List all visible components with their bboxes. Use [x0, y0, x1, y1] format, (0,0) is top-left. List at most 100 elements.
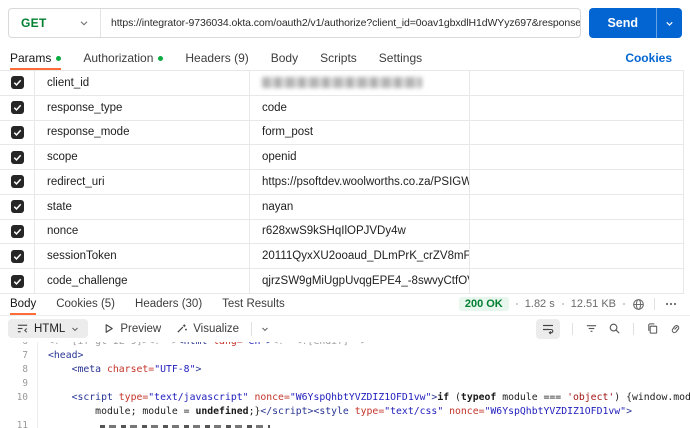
param-key[interactable]: state — [35, 194, 250, 219]
param-key[interactable]: sessionToken — [35, 244, 250, 269]
line-number: 8 — [0, 362, 38, 377]
param-description[interactable] — [470, 170, 683, 194]
visualize-label: Visualize — [193, 322, 240, 335]
cookies-link[interactable]: Cookies — [625, 51, 672, 65]
tab-authorization[interactable]: Authorization — [83, 46, 164, 70]
param-checkbox[interactable] — [10, 274, 24, 288]
visualize-button[interactable]: Visualize — [175, 322, 239, 335]
tab-scripts[interactable]: Scripts — [320, 46, 357, 70]
green-dot-icon — [158, 55, 164, 61]
param-key[interactable]: code_challenge — [35, 269, 250, 293]
method-label: GET — [21, 16, 47, 30]
response-tab-body[interactable]: Body — [10, 294, 37, 315]
line-number: 6 — [0, 341, 38, 349]
request-tabs: Params Authorization Headers (9) Body Sc… — [0, 46, 690, 70]
param-key[interactable]: scope — [35, 145, 250, 170]
format-options-chevron[interactable] — [260, 324, 270, 334]
play-icon — [102, 322, 115, 335]
response-bar: Body Cookies (5) Headers (30) Test Resul… — [0, 294, 690, 316]
param-value[interactable]: 20111QyxXU2ooaud_DLmPrK_crZV8mFXpTn... — [250, 244, 470, 269]
send-options-button[interactable] — [656, 8, 682, 38]
clipped-code-text — [100, 424, 270, 428]
param-description[interactable] — [470, 195, 683, 219]
param-description[interactable] — [470, 96, 683, 120]
table-row: scope openid — [0, 145, 683, 171]
param-checkbox[interactable] — [10, 101, 24, 115]
table-row: sessionToken 20111QyxXU2ooaud_DLmPrK_crZ… — [0, 244, 683, 270]
table-row: response_type code — [0, 95, 683, 121]
tab-params[interactable]: Params — [10, 46, 62, 70]
table-row: redirect_uri https://psoftdev.woolworths… — [0, 170, 683, 195]
param-checkbox[interactable] — [10, 175, 24, 189]
copy-icon[interactable] — [646, 322, 659, 335]
status-badge: 200 OK — [458, 297, 509, 312]
code-line: 9 — [0, 376, 690, 391]
param-value[interactable]: r628xwS9kSHqIlOPJVDy4w — [250, 219, 470, 244]
param-value[interactable]: form_post — [250, 120, 470, 145]
format-select[interactable]: HTML — [8, 319, 89, 339]
response-tab-cookies[interactable]: Cookies (5) — [56, 294, 115, 315]
param-value[interactable]: code — [250, 95, 470, 120]
code-line: 6 <!--[if gt IE 9]><!--><html lang="en">… — [0, 341, 690, 349]
param-description[interactable] — [470, 145, 683, 169]
param-value[interactable]: qjrzSW9gMiUgpUvqgEPE4_-8swvyCtfOVvg5... — [250, 269, 470, 293]
param-checkbox[interactable] — [10, 125, 24, 139]
tab-body[interactable]: Body — [271, 46, 298, 70]
code-line: 11 — [0, 418, 690, 428]
param-checkbox[interactable] — [10, 249, 24, 263]
response-body-code[interactable]: 6 <!--[if gt IE 9]><!--><html lang="en">… — [0, 341, 690, 428]
param-description[interactable] — [470, 244, 683, 268]
chevron-down-icon — [78, 17, 90, 29]
line-number: 9 — [0, 376, 38, 391]
line-number — [0, 404, 38, 419]
search-icon[interactable] — [608, 322, 621, 335]
chevron-down-icon — [70, 324, 80, 334]
url-box: GET https://integrator-9736034.okta.com/… — [8, 8, 582, 38]
param-description[interactable] — [470, 121, 683, 145]
param-checkbox[interactable] — [10, 76, 24, 90]
table-row: code_challenge qjrzSW9gMiUgpUvqgEPE4_-8s… — [0, 269, 683, 294]
param-description[interactable] — [470, 220, 683, 244]
send-button-group: Send — [589, 8, 682, 38]
param-value[interactable]: https://psoftdev.woolworths.co.za/PSIGW/… — [250, 170, 470, 194]
line-number: 10 — [0, 390, 38, 405]
format-label: HTML — [34, 322, 66, 335]
table-row: client_id — [0, 71, 683, 96]
tab-headers[interactable]: Headers (9) — [185, 46, 248, 70]
line-number: 11 — [0, 418, 38, 428]
send-button[interactable]: Send — [589, 8, 656, 38]
filter-icon[interactable] — [585, 322, 598, 335]
dot-separator — [623, 303, 625, 306]
tab-settings[interactable]: Settings — [379, 46, 422, 70]
link-icon[interactable] — [669, 322, 682, 335]
code-scroll-area: 6 <!--[if gt IE 9]><!--><html lang="en">… — [0, 341, 690, 428]
param-key[interactable]: redirect_uri — [35, 170, 250, 194]
wrap-text-icon[interactable] — [536, 318, 560, 339]
param-description[interactable] — [470, 71, 683, 95]
green-dot-icon — [56, 55, 62, 61]
response-tab-headers[interactable]: Headers (30) — [135, 294, 202, 315]
tab-label: Scripts — [320, 51, 357, 65]
param-key[interactable]: response_type — [35, 95, 250, 120]
param-checkbox[interactable] — [10, 150, 24, 164]
dot-separator — [515, 303, 518, 306]
param-checkbox[interactable] — [10, 200, 24, 214]
param-value[interactable]: openid — [250, 145, 470, 170]
param-key[interactable]: nonce — [35, 219, 250, 244]
globe-icon[interactable] — [632, 298, 645, 311]
param-key[interactable]: response_mode — [35, 120, 250, 145]
param-description[interactable] — [470, 269, 683, 293]
tab-label: Authorization — [83, 51, 154, 65]
param-key[interactable]: client_id — [35, 71, 250, 95]
toolbar-right-icons — [536, 318, 682, 339]
param-value[interactable] — [250, 71, 470, 95]
response-time: 1.82 s — [524, 298, 555, 311]
param-checkbox[interactable] — [10, 224, 24, 238]
line-number: 7 — [0, 348, 38, 363]
url-input[interactable]: https://integrator-9736034.okta.com/oaut… — [101, 17, 580, 29]
preview-button[interactable]: Preview — [102, 322, 161, 335]
more-options-icon[interactable] — [664, 297, 678, 311]
response-tab-test-results[interactable]: Test Results — [222, 294, 285, 315]
method-select[interactable]: GET — [9, 9, 101, 37]
param-value[interactable]: nayan — [250, 194, 470, 219]
